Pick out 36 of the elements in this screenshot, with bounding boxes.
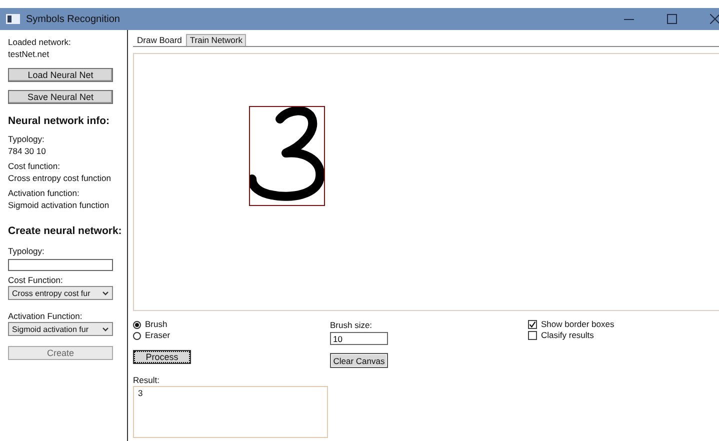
chevron-down-icon (102, 326, 109, 332)
radio-button[interactable]: Eraser (133, 330, 330, 341)
checkmark-icon (529, 320, 536, 329)
value-text: 784 30 10 (8, 145, 47, 157)
section-heading: Neural network info: (8, 114, 111, 128)
save-button[interactable]: Save Neural Net (8, 90, 113, 104)
radio-button[interactable]: Brush (133, 319, 330, 330)
value-text: testNet.net (8, 48, 50, 60)
value-text: Cross entropy cost function (8, 172, 112, 184)
checkbox[interactable]: Clasify results (528, 330, 614, 341)
label: Result: (133, 374, 160, 386)
checkbox[interactable]: Show border boxes (528, 319, 614, 330)
dropdown[interactable]: Sigmoid activation fur (8, 322, 113, 336)
clear-button[interactable]: Clear Canvas (330, 353, 388, 368)
tab[interactable]: Train Network (186, 34, 246, 46)
chevron-down-icon (102, 290, 109, 296)
label: Cost Function: (8, 274, 64, 286)
label: Activation function: (8, 187, 80, 199)
close-icon[interactable] (710, 14, 719, 24)
label: Activation Function: (8, 310, 84, 322)
value-text: Sigmoid activation function (8, 199, 110, 211)
label: Loaded network: (8, 36, 72, 48)
label: Cost function: (8, 160, 61, 172)
label: Typology: (8, 245, 46, 257)
section-heading: Create neural network: (8, 224, 123, 238)
maximize-icon[interactable] (667, 14, 677, 24)
label: Typology: (8, 133, 46, 145)
dropdown[interactable]: Cross entropy cost fur (8, 286, 113, 300)
label: Brush size: (330, 319, 372, 331)
load-button[interactable]: Load Neural Net (8, 68, 113, 82)
window-title: Symbols Recognition (26, 14, 120, 24)
result-box[interactable]: 3 (133, 386, 328, 438)
input-field[interactable] (8, 259, 113, 271)
process-button[interactable]: Process (133, 350, 191, 364)
brush-size-field[interactable]: 10 (330, 332, 388, 345)
window-icon (6, 14, 20, 24)
